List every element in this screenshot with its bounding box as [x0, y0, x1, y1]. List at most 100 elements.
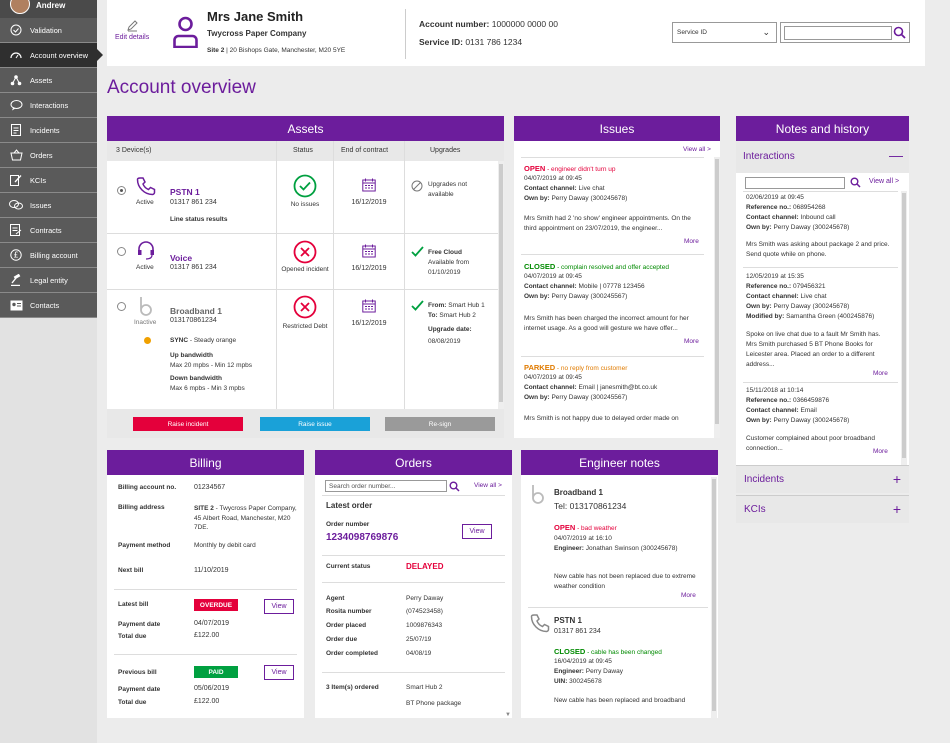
sidebar-item-kcis[interactable]: KCIs: [0, 168, 97, 193]
incidents-label: Incidents: [744, 474, 785, 485]
sidebar-item-contacts[interactable]: Contacts: [0, 293, 97, 318]
latest-total: £122.00: [194, 632, 220, 639]
plus-icon[interactable]: +: [893, 501, 901, 517]
asset-radio[interactable]: [117, 186, 126, 195]
assets-scrollbar[interactable]: [498, 161, 504, 409]
interactions-scrollbar[interactable]: [901, 191, 907, 465]
plus-icon[interactable]: +: [893, 471, 901, 487]
header-search-input[interactable]: [784, 26, 892, 40]
edit-details-button[interactable]: Edit details: [115, 20, 149, 41]
interaction-more-link[interactable]: More: [873, 370, 888, 377]
engineer-device: Broadband 1: [554, 488, 603, 497]
search-icon[interactable]: [850, 177, 861, 190]
headset-icon: [136, 240, 156, 262]
orders-view-all-link[interactable]: View all >: [474, 482, 502, 489]
customer-site: Site 2 | 20 Bishops Gate, Manchester, M2…: [207, 47, 345, 54]
interactions-search-input[interactable]: [745, 177, 845, 189]
engineer-notes-scrollbar[interactable]: [711, 477, 717, 718]
sidebar-item-incidents[interactable]: Incidents: [0, 118, 97, 143]
interactions-accordion-header[interactable]: Interactions —: [736, 141, 909, 173]
issue-owner-value: Perry Daway (300245567): [549, 394, 628, 401]
engineer-device: PSTN 1: [554, 616, 583, 625]
interaction-channel-value: Email: [798, 407, 817, 414]
site-address: | 20 Bishops Gate, Manchester, M20 5YE: [224, 47, 346, 54]
issues-view-all-link[interactable]: View all >: [683, 146, 711, 153]
sidebar-item-orders[interactable]: Orders: [0, 143, 97, 168]
x-circle-icon: [293, 295, 317, 321]
engineer-value: Jonathan Swinson (300245678): [583, 545, 678, 552]
search-icon[interactable]: [893, 26, 906, 41]
interaction-modified-label: Modified by:: [746, 313, 785, 320]
order-search-input[interactable]: Search order number...: [325, 480, 447, 492]
interaction-owner-label: Own by:: [746, 224, 772, 231]
divider: [107, 289, 498, 290]
line-status-link[interactable]: Line status results: [170, 216, 227, 223]
latest-bill-view-button[interactable]: View: [264, 599, 294, 614]
issue-reason: - no reply from customer: [555, 365, 628, 372]
sidebar-item-interactions[interactable]: Interactions: [0, 93, 97, 118]
engineer-more-link[interactable]: More: [681, 592, 696, 599]
asset-status: No issues: [290, 201, 320, 208]
uin-value: 300245678: [567, 678, 602, 685]
raise-issue-button[interactable]: Raise issue: [260, 417, 370, 431]
prev-payment-date-label: Payment date: [118, 686, 161, 693]
interaction-text: Mrs Smith was asking about package 2 and…: [746, 241, 890, 258]
issues-scrollbar[interactable]: [714, 157, 720, 438]
end-contract-date: 16/12/2019: [351, 320, 387, 327]
search-icon[interactable]: [449, 481, 460, 494]
interaction-owner-value: Perry Daway (300245678): [771, 417, 850, 424]
divider: [404, 141, 405, 409]
resign-button[interactable]: Re-sign: [385, 417, 495, 431]
incidents-accordion-header[interactable]: Incidents +: [736, 465, 909, 493]
kcis-accordion-header[interactable]: KCIs +: [736, 495, 909, 523]
dashboard-icon: [9, 49, 23, 61]
interaction-modified-value: Samantha Green (400245876): [784, 313, 875, 320]
issue-text: Mrs Smith is not happy due to delayed or…: [524, 415, 679, 422]
basket-icon: [9, 149, 23, 161]
sidebar-item-billing-account[interactable]: £ Billing account: [0, 243, 97, 268]
divider: [322, 672, 505, 673]
raise-incident-button[interactable]: Raise incident: [133, 417, 243, 431]
issue-owner: Own by: Perry Daway (300245678): [524, 195, 627, 202]
sidebar-item-label: Account overview: [30, 50, 88, 60]
asset-radio[interactable]: [117, 247, 126, 256]
order-view-button[interactable]: View: [462, 524, 492, 539]
minus-icon[interactable]: —: [889, 147, 903, 163]
sidebar-item-issues[interactable]: Issues: [0, 193, 97, 218]
sidebar-item-legal-entity[interactable]: Legal entity: [0, 268, 97, 293]
col-upgrades: Upgrades: [430, 147, 461, 154]
engineer-name: Engineer: Jonathan Swinson (300245678): [554, 545, 678, 552]
issue-text: Mrs Smith has been charged the incorrect…: [524, 315, 689, 332]
sidebar-item-label: Validation: [30, 25, 62, 35]
interactions-view-all-link[interactable]: View all >: [869, 178, 899, 185]
sidebar-item-account-overview[interactable]: Account overview: [0, 43, 103, 68]
user-badge[interactable]: Andrew: [0, 0, 97, 18]
issue-more-link[interactable]: More: [684, 238, 699, 245]
upgrade-title: Free Cloud: [428, 249, 462, 256]
order-number-value[interactable]: 1234098769876: [326, 532, 398, 543]
search-type-select[interactable]: Service ID ⌄: [672, 22, 777, 43]
sidebar-item-assets[interactable]: Assets: [0, 68, 97, 93]
billing-account-value: 01234567: [194, 484, 226, 491]
billing-panel: Billing Billing account no. 01234567 Bil…: [107, 450, 304, 718]
interaction-more-link[interactable]: More: [873, 448, 888, 455]
issue-owner: Own by: Perry Daway (300245567): [524, 394, 627, 401]
previous-bill-view-button[interactable]: View: [264, 665, 294, 680]
chat-icon: [9, 99, 23, 111]
issue-channel: Contact channel: Mobile | 07778 123456: [524, 283, 645, 290]
overdue-badge: OVERDUE: [194, 599, 238, 611]
previous-bill-label: Previous bill: [118, 669, 157, 676]
issue-more-link[interactable]: More: [684, 338, 699, 345]
interaction-owner: Own by: Perry Daway (300245678): [746, 303, 849, 310]
issues-panel: Issues View all > OPEN - engineer didn't…: [514, 116, 720, 438]
issue-status-label: PARKED: [524, 363, 556, 372]
interaction-owner-label: Own by:: [746, 303, 772, 310]
issue-owner-value: Perry Daway (300245678): [549, 195, 628, 202]
down-bandwidth-value: Max 6 mpbs - Min 3 mpbs: [170, 385, 245, 392]
issue-owner-label: Own by:: [524, 195, 550, 202]
sidebar-item-validation[interactable]: Validation: [0, 18, 97, 43]
scroll-down-icon[interactable]: ▼: [505, 712, 511, 718]
asset-radio[interactable]: [117, 302, 126, 311]
ordered-item: BT Phone package: [406, 700, 462, 707]
sidebar-item-contracts[interactable]: Contracts: [0, 218, 97, 243]
